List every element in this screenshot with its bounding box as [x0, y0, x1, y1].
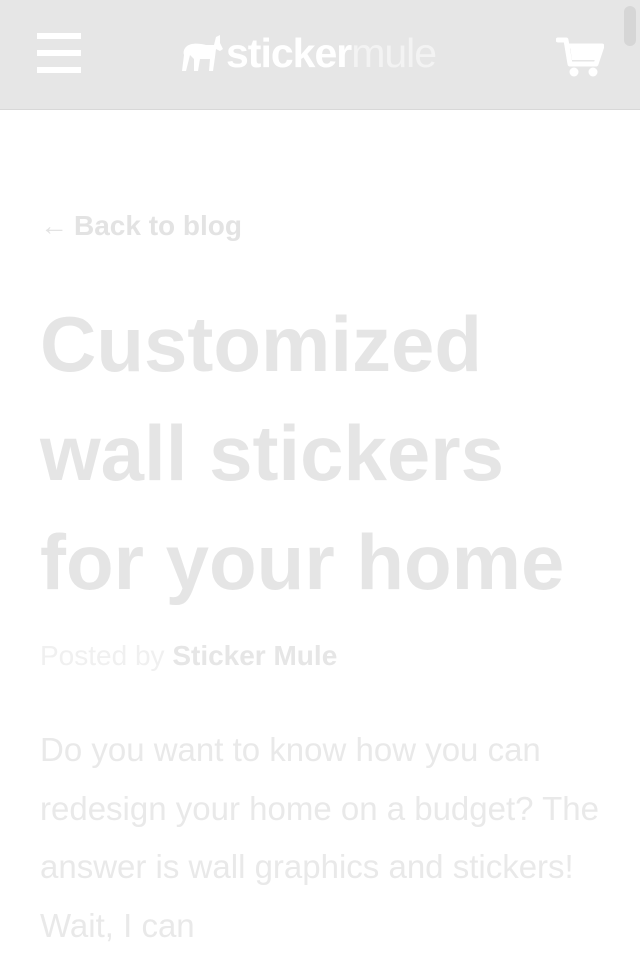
- hamburger-menu-icon[interactable]: [37, 33, 81, 73]
- article-body-paragraph: Do you want to know how you can redesign…: [40, 731, 599, 944]
- menu-line: [37, 50, 81, 56]
- byline-author-link[interactable]: Sticker Mule: [172, 640, 337, 671]
- shopping-cart-icon[interactable]: [555, 36, 605, 78]
- logo-text-mule: mule: [351, 30, 437, 76]
- left-arrow-icon: ←: [40, 210, 68, 241]
- logo-text-sticker: sticker: [226, 30, 352, 76]
- menu-line: [37, 33, 81, 39]
- back-to-blog-link[interactable]: ← Back to blog: [40, 210, 242, 242]
- header-edge-tab: [624, 6, 636, 46]
- byline-prefix: Posted by: [40, 640, 165, 671]
- mule-logo-icon: [182, 35, 223, 71]
- logo-wordmark: stickermule: [226, 30, 437, 76]
- menu-line: [37, 67, 81, 73]
- article-title: Customized wall stickers for your home: [40, 300, 565, 606]
- sticker-mule-logo[interactable]: stickermule: [180, 30, 437, 76]
- article-byline: Posted by Sticker Mule: [40, 640, 337, 672]
- back-to-blog-label: Back to blog: [74, 210, 243, 241]
- top-nav-bar: stickermule: [0, 0, 640, 110]
